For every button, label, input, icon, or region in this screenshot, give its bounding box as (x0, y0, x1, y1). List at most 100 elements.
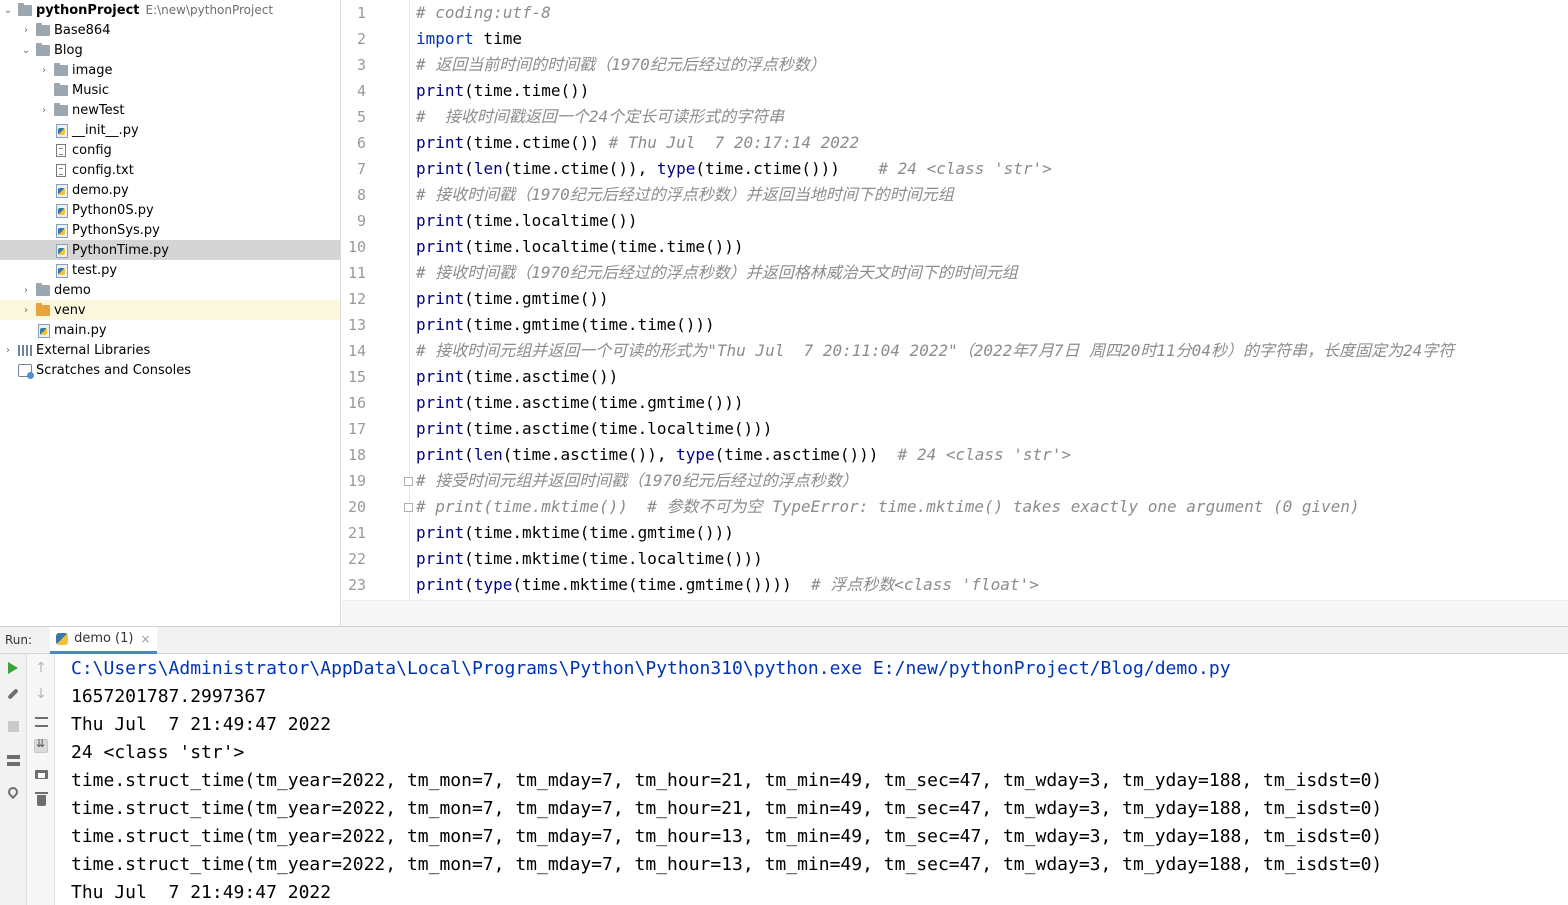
code-line[interactable]: print(time.ctime()) # Thu Jul 7 20:17:14… (416, 130, 859, 156)
code-token: (time.localtime()) (464, 211, 638, 230)
tree-item[interactable]: › image (0, 60, 340, 80)
tree-item[interactable]: config (0, 140, 340, 160)
tree-item[interactable]: demo.py (0, 180, 340, 200)
chevron-right-icon[interactable]: › (39, 100, 49, 120)
code-line[interactable]: # 接收时间戳（1970纪元后经过的浮点秒数）并返回格林威治天文时间下的时间元组 (416, 260, 1018, 286)
code-area[interactable]: # coding:utf-8 import time # 返回当前时间的时间戳（19… (416, 0, 1568, 600)
builtin-token: print (416, 315, 465, 334)
code-token: (time.ctime()) (464, 133, 609, 152)
folder-icon (35, 20, 51, 40)
tree-root[interactable]: ⌄ pythonProject E:\new\pythonProject (0, 0, 340, 20)
code-token: (time.mktime(time.gmtime()))) (512, 575, 811, 594)
code-line[interactable]: print(time.mktime(time.gmtime())) (416, 520, 734, 546)
line-number: 6 (356, 134, 366, 152)
run-panel-header: Run: demo (1) × (0, 626, 1568, 654)
tree-item[interactable]: test.py (0, 260, 340, 280)
tree-item-label: demo (54, 282, 91, 298)
code-line[interactable]: print(type(time.mktime(time.gmtime()))) … (416, 572, 1039, 598)
code-line[interactable]: # 返回当前时间的时间戳（1970纪元后经过的浮点秒数） (416, 52, 826, 78)
run-console-output[interactable]: C:\Users\Administrator\AppData\Local\Pro… (56, 654, 1568, 905)
pin-button[interactable] (3, 782, 23, 802)
tree-item[interactable]: Python0S.py (0, 200, 340, 220)
tree-item[interactable]: ⌄ Blog (0, 40, 340, 60)
builtin-token: print (416, 419, 465, 438)
code-line[interactable]: print(time.gmtime(time.time())) (416, 312, 715, 338)
code-token: (time.gmtime(time.time())) (464, 315, 715, 334)
code-editor[interactable]: 1 2 3 4 5 6 7 8 9 10 11 12 13 14 15 16 17 18 19 20 21 22 23 # … (342, 0, 1568, 626)
code-line[interactable]: # 接收时间戳（1970纪元后经过的浮点秒数）并返回当地时间下的时间元组 (416, 182, 954, 208)
editor-horizontal-scrollbar[interactable] (342, 600, 1568, 626)
fold-icon[interactable] (404, 477, 413, 486)
python-file-icon (35, 320, 51, 340)
arrow-up-icon[interactable]: ↑ (31, 658, 51, 678)
code-line[interactable]: print(time.localtime()) (416, 208, 638, 234)
code-line[interactable]: print(len(time.asctime()), type(time.asc… (416, 442, 1071, 468)
code-line[interactable]: print(time.gmtime()) (416, 286, 609, 312)
code-line[interactable]: # 接收时间元组并返回一个可读的形式为"Thu Jul 7 20:11:04 2… (416, 338, 1454, 364)
code-token: ( (464, 445, 474, 464)
tree-item[interactable]: › newTest (0, 100, 340, 120)
tree-item[interactable]: › venv (0, 300, 340, 320)
tree-item-external-libraries[interactable]: › External Libraries (0, 340, 340, 360)
builtin-token: print (416, 575, 465, 594)
code-line[interactable]: print(len(time.ctime()), type(time.ctime… (416, 156, 1052, 182)
python-file-icon (53, 200, 69, 220)
code-line[interactable]: print(time.asctime()) (416, 364, 618, 390)
chevron-right-icon[interactable]: › (39, 60, 49, 80)
clear-button[interactable] (31, 790, 51, 810)
tree-item-scratches[interactable]: Scratches and Consoles (0, 360, 340, 380)
rerun-button[interactable] (3, 658, 23, 678)
close-icon[interactable]: × (140, 632, 150, 646)
chevron-right-icon[interactable]: › (21, 300, 31, 320)
console-output-line: Thu Jul 7 21:49:47 2022 (71, 882, 332, 903)
chevron-right-icon[interactable]: › (3, 340, 13, 360)
line-number: 12 (347, 290, 366, 308)
line-number: 9 (356, 212, 366, 230)
builtin-token: print (416, 445, 465, 464)
soft-wrap-button[interactable] (31, 712, 51, 732)
settings-button[interactable] (3, 684, 23, 704)
layout-button[interactable] (3, 750, 23, 770)
tree-item[interactable]: › Base864 (0, 20, 340, 40)
tree-item-label: Blog (54, 42, 83, 58)
chevron-down-icon[interactable]: ⌄ (21, 40, 31, 60)
chevron-right-icon[interactable]: › (21, 280, 31, 300)
run-tab[interactable]: demo (1) × (50, 626, 157, 654)
code-line[interactable]: print(time.mktime(time.localtime())) (416, 546, 763, 572)
comment-token: # 24 <class 'str'> (897, 445, 1072, 464)
code-line[interactable]: print(time.asctime(time.gmtime())) (416, 390, 744, 416)
code-line[interactable]: import time (416, 26, 522, 52)
code-line[interactable]: # print(time.mktime()) # 参数不可为空 TypeErro… (416, 494, 1360, 520)
stop-icon (7, 720, 19, 732)
builtin-token: len (473, 445, 503, 464)
console-output-line: time.struct_time(tm_year=2022, tm_mon=7,… (71, 770, 1383, 791)
chevron-down-icon[interactable]: ⌄ (3, 0, 13, 20)
tree-item[interactable]: Music (0, 80, 340, 100)
tree-item-label: Base864 (54, 22, 111, 38)
tree-item[interactable]: __init__.py (0, 120, 340, 140)
root-name: pythonProject (36, 2, 140, 18)
print-button[interactable] (31, 764, 51, 784)
tree-item[interactable]: config.txt (0, 160, 340, 180)
scroll-to-end-button[interactable] (31, 736, 51, 756)
code-line[interactable]: # 接收时间戳返回一个24个定长可读形式的字符串 (416, 104, 784, 130)
tree-item[interactable]: main.py (0, 320, 340, 340)
tree-item[interactable]: › demo (0, 280, 340, 300)
arrow-down-icon[interactable]: ↓ (31, 684, 51, 704)
tree-item[interactable]: PythonTime.py (0, 240, 340, 260)
code-line[interactable]: print(time.asctime(time.localtime())) (416, 416, 772, 442)
folder-icon (53, 80, 69, 100)
stop-button[interactable] (3, 716, 23, 736)
code-line[interactable]: # 接受时间元组并返回时间戳（1970纪元后经过的浮点秒数） (416, 468, 858, 494)
code-line[interactable]: print(time.localtime(time.time())) (416, 234, 744, 260)
folder-icon (17, 0, 33, 20)
chevron-right-icon[interactable]: › (21, 20, 31, 40)
code-line[interactable]: print(time.time()) (416, 78, 589, 104)
tree-item[interactable]: PythonSys.py (0, 220, 340, 240)
excluded-folder-icon (35, 300, 51, 320)
fold-icon[interactable] (404, 503, 413, 512)
pin-icon (5, 784, 21, 800)
code-line[interactable]: # coding:utf-8 (416, 0, 551, 26)
